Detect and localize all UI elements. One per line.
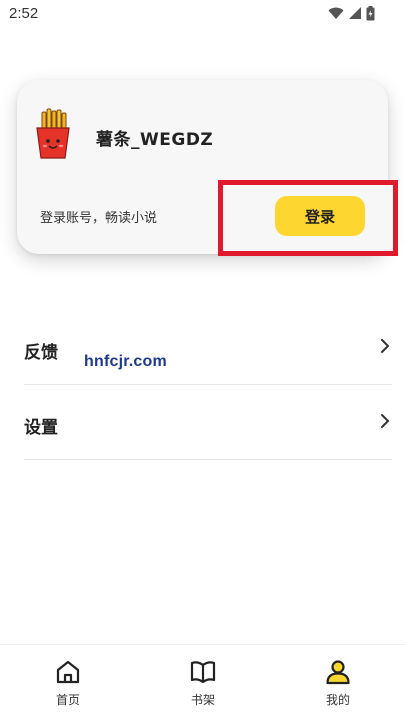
watermark-text: hnfcjr.com: [84, 353, 167, 370]
user-icon: [326, 660, 350, 685]
status-time: 2:52: [9, 5, 39, 22]
menu-item-label: 设置: [24, 418, 58, 438]
nav-label: 首页: [55, 693, 80, 707]
nav-item-mine[interactable]: 我的: [298, 645, 378, 720]
bottom-nav: 首页 书架 我的: [0, 644, 405, 720]
menu-item-settings[interactable]: 设置: [24, 386, 392, 460]
menu-item-feedback[interactable]: 反馈: [24, 311, 392, 385]
battery-icon: [366, 6, 375, 21]
book-icon: [190, 661, 216, 684]
nav-label: 我的: [325, 693, 350, 707]
french-fries-icon: [36, 108, 70, 159]
chevron-right-icon: [381, 339, 389, 353]
nav-item-home[interactable]: 首页: [28, 645, 108, 720]
home-icon: [56, 660, 80, 684]
signal-icon: [349, 7, 361, 19]
chevron-right-icon: [381, 414, 389, 428]
menu-item-label: 反馈: [24, 343, 58, 363]
username: 薯条_WEGDZ: [96, 130, 214, 150]
status-icons: [328, 6, 375, 21]
login-hint: 登录账号，畅读小说: [40, 211, 158, 226]
nav-item-bookshelf[interactable]: 书架: [163, 645, 243, 720]
status-bar: 2:52: [0, 0, 405, 28]
wifi-icon: [328, 7, 344, 19]
login-button[interactable]: 登录: [275, 196, 365, 236]
nav-label: 书架: [190, 693, 215, 707]
